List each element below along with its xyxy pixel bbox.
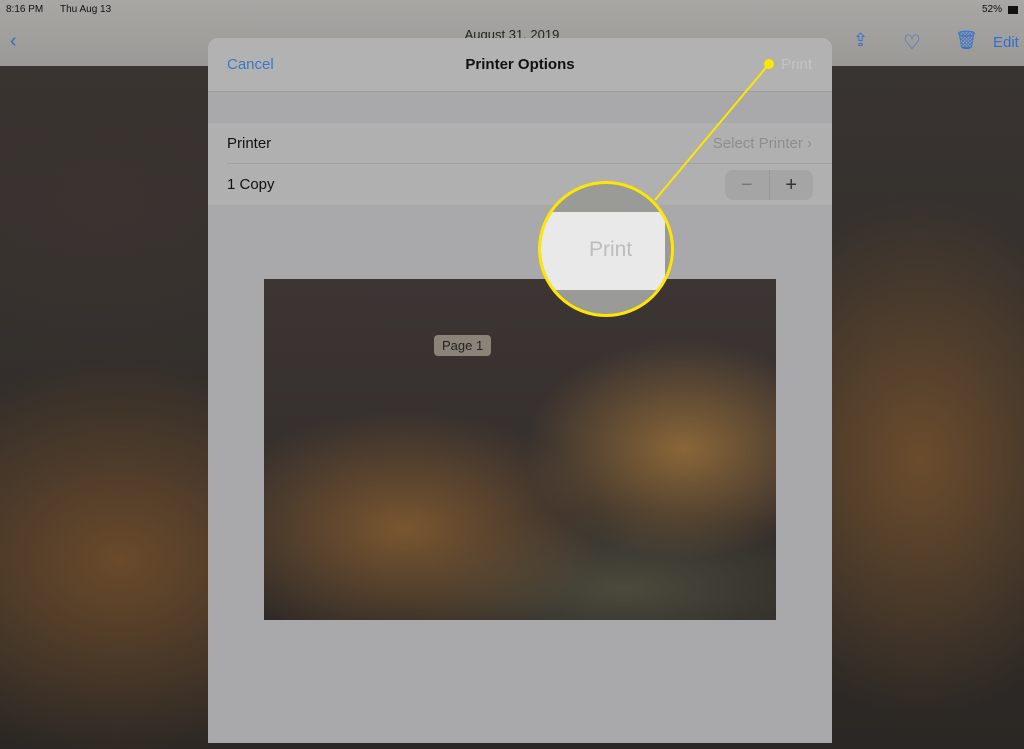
callout-dot — [764, 59, 774, 69]
callout-print-text: Print — [589, 238, 633, 261]
callout-line — [654, 59, 774, 201]
callout-magnifier: Print — [538, 181, 674, 317]
